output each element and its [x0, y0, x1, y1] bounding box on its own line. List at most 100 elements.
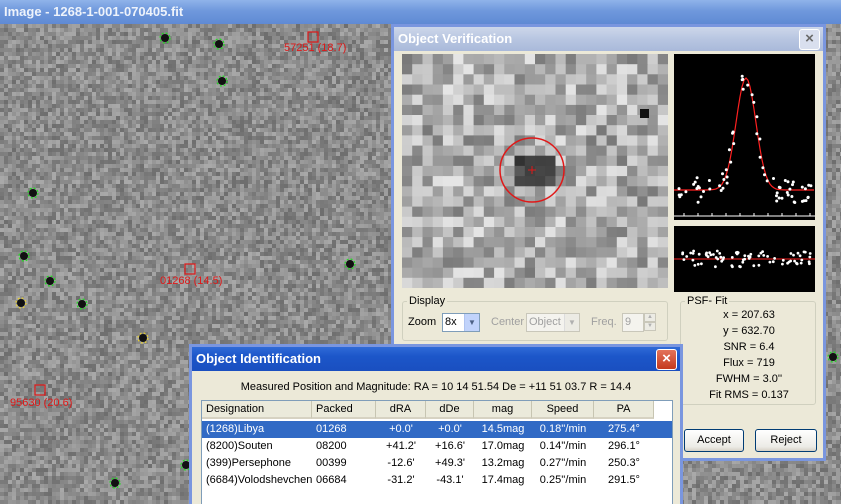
psf-fit-curve — [674, 78, 814, 190]
psf-data-point — [787, 180, 790, 183]
psf-data-point — [781, 197, 784, 200]
residual-data-point — [808, 260, 811, 263]
psf-data-point — [694, 181, 697, 184]
cell-mag: 17.0mag — [474, 438, 532, 455]
psf-data-point — [761, 166, 764, 169]
residual-data-point — [692, 252, 695, 255]
cell-designation: (399)Persephone — [206, 455, 312, 472]
cell-packed: 06684 — [316, 472, 376, 489]
residual-data-point — [800, 262, 803, 265]
verification-titlebar[interactable]: Object Verification — [394, 27, 823, 51]
cell-dra: +0.0' — [376, 421, 426, 438]
residual-data-point — [769, 261, 772, 264]
residual-data-point — [720, 260, 723, 263]
star-icon — [346, 260, 354, 268]
table-row[interactable]: (8200)Souten 08200 +41.2' +16.6' 17.0mag 0.14… — [202, 438, 672, 455]
spin-up-icon[interactable]: ▲ — [644, 313, 656, 322]
residual-data-point — [683, 258, 686, 261]
center-select[interactable]: Object ▼ — [526, 313, 580, 332]
residual-data-point — [772, 260, 775, 263]
psf-data-point — [678, 187, 681, 190]
psf-data-point — [725, 168, 728, 171]
column-header-speed[interactable]: Speed — [532, 401, 594, 419]
freq-spinner[interactable]: ▲ ▼ — [644, 313, 656, 332]
reject-button[interactable]: Reject — [755, 429, 817, 452]
psf-data-point — [792, 181, 795, 184]
sky-marker-label: 95630 (20.6) — [10, 397, 72, 409]
residual-data-point — [792, 254, 795, 257]
psf-snr-value: SNR = 6.4 — [681, 341, 817, 353]
chevron-down-icon: ▼ — [564, 314, 579, 331]
zoom-label: Zoom — [408, 316, 436, 328]
psf-data-point — [741, 75, 744, 78]
residual-data-point — [796, 263, 799, 266]
psf-data-point — [732, 142, 735, 145]
psf-data-point — [784, 179, 787, 182]
residual-data-point — [719, 256, 722, 259]
table-row[interactable]: (6684)Volodshevchenko06684-31.2'-43.1'17… — [202, 472, 672, 489]
psf-data-point — [772, 177, 775, 180]
column-header-mag[interactable]: mag — [474, 401, 532, 419]
spin-down-icon[interactable]: ▼ — [644, 322, 656, 331]
psf-data-point — [722, 178, 725, 181]
close-button[interactable]: × — [799, 29, 820, 50]
psf-data-point — [696, 176, 699, 179]
residual-data-point — [692, 250, 695, 253]
psf-fit-rms-value: Fit RMS = 0.137 — [681, 389, 817, 401]
psf-data-point — [729, 161, 732, 164]
residual-data-point — [731, 256, 734, 259]
star-icon — [829, 353, 837, 361]
psf-data-point — [721, 172, 724, 175]
column-header-dra[interactable]: dRA — [376, 401, 426, 419]
identification-titlebar[interactable]: Object Identification — [192, 347, 680, 371]
psf-fit-legend: PSF- Fit — [685, 295, 729, 307]
image-window-titlebar[interactable]: Image - 1268-1-001-070405.fit — [0, 0, 841, 24]
zoom-value: 8x — [445, 316, 457, 328]
star-icon — [139, 334, 147, 342]
column-header-packed[interactable]: Packed — [312, 401, 376, 419]
cell-dde: +0.0' — [426, 421, 474, 438]
column-header-dde[interactable]: dDe — [426, 401, 474, 419]
psf-data-point — [805, 199, 808, 202]
psf-y-value: y = 632.70 — [681, 325, 817, 337]
table-row[interactable]: (1268)Libya 01268 +0.0' +0.0' 14.5mag 0.18''/… — [202, 421, 672, 438]
table-row[interactable]: (399)Persephone 00399 -12.6' +49.3' 13.2mag 0… — [202, 455, 672, 472]
psf-residual-plot — [674, 226, 815, 292]
cell-speed: 0.18''/min — [532, 421, 594, 438]
residual-data-point — [752, 264, 755, 267]
psf-data-point — [801, 186, 804, 189]
psf-flux-value: Flux = 719 — [681, 357, 817, 369]
cell-pa: 291.5° — [594, 472, 654, 489]
residual-data-point — [736, 251, 739, 254]
psf-data-point — [702, 190, 705, 193]
psf-data-point — [752, 101, 755, 104]
psf-data-point — [755, 115, 758, 118]
cell-packed: 01268 — [316, 421, 376, 438]
residual-data-point — [693, 264, 696, 267]
psf-data-point — [726, 176, 729, 179]
psf-data-point — [759, 156, 762, 159]
psf-data-point — [680, 193, 683, 196]
psf-data-point — [720, 189, 723, 192]
close-button[interactable]: × — [656, 349, 677, 370]
residual-data-point — [790, 252, 793, 255]
psf-data-point — [776, 191, 779, 194]
cell-designation: (8200)Souten — [206, 438, 312, 455]
column-header-designation[interactable]: Designation — [202, 401, 312, 419]
psf-data-point — [728, 148, 731, 151]
zoom-select[interactable]: 8x ▼ — [442, 313, 480, 332]
residual-data-point — [799, 254, 802, 257]
residual-data-point — [698, 253, 701, 256]
psf-data-point — [793, 201, 796, 204]
residual-data-point — [700, 262, 703, 265]
accept-button[interactable]: Accept — [684, 429, 744, 452]
freq-input[interactable]: 9 — [622, 313, 644, 332]
cell-packed: 00399 — [316, 455, 376, 472]
residual-data-point — [731, 265, 734, 268]
column-header-pa[interactable]: PA — [594, 401, 654, 419]
residual-data-point — [743, 258, 746, 261]
psf-data-point — [726, 182, 729, 185]
sky-marker-label: 57251 (18.7) — [284, 42, 346, 54]
candidate-table[interactable]: Designation Packed dRA dDe mag Speed PA … — [201, 400, 673, 504]
residual-data-point — [757, 255, 760, 258]
